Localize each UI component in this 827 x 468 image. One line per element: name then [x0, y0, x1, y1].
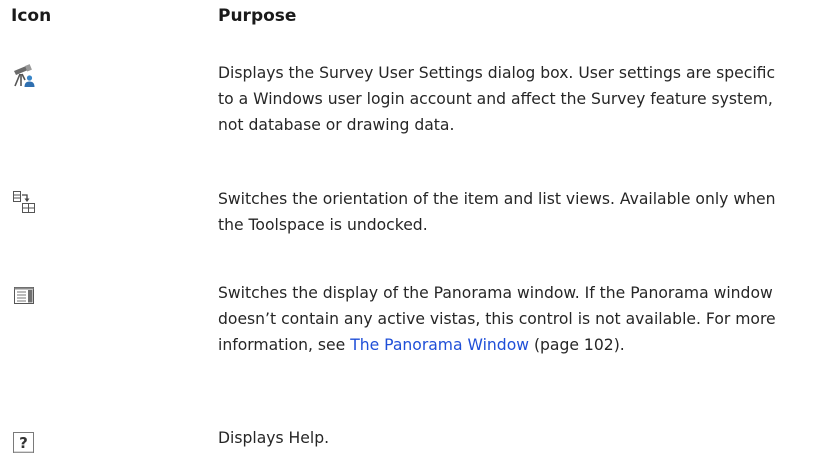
row-description: Switches the orientation of the item and… — [218, 190, 776, 234]
purpose-column-header: Purpose — [218, 6, 297, 26]
icon-column-header: Icon — [11, 6, 52, 26]
row-description: Displays Help. — [218, 429, 330, 447]
panorama-window-link[interactable]: The Panorama Window — [350, 336, 529, 354]
help-icon: ? — [12, 431, 36, 455]
switch-orientation-icon — [12, 190, 36, 214]
panorama-window-icon — [12, 284, 36, 308]
row-description: Displays the Survey User Settings dialog… — [218, 64, 776, 134]
row-description-text-after: (page 102). — [528, 336, 625, 354]
row-description: Switches the display of the Panorama win… — [218, 280, 788, 358]
survey-user-settings-icon — [12, 64, 36, 88]
svg-text:?: ? — [19, 434, 28, 452]
